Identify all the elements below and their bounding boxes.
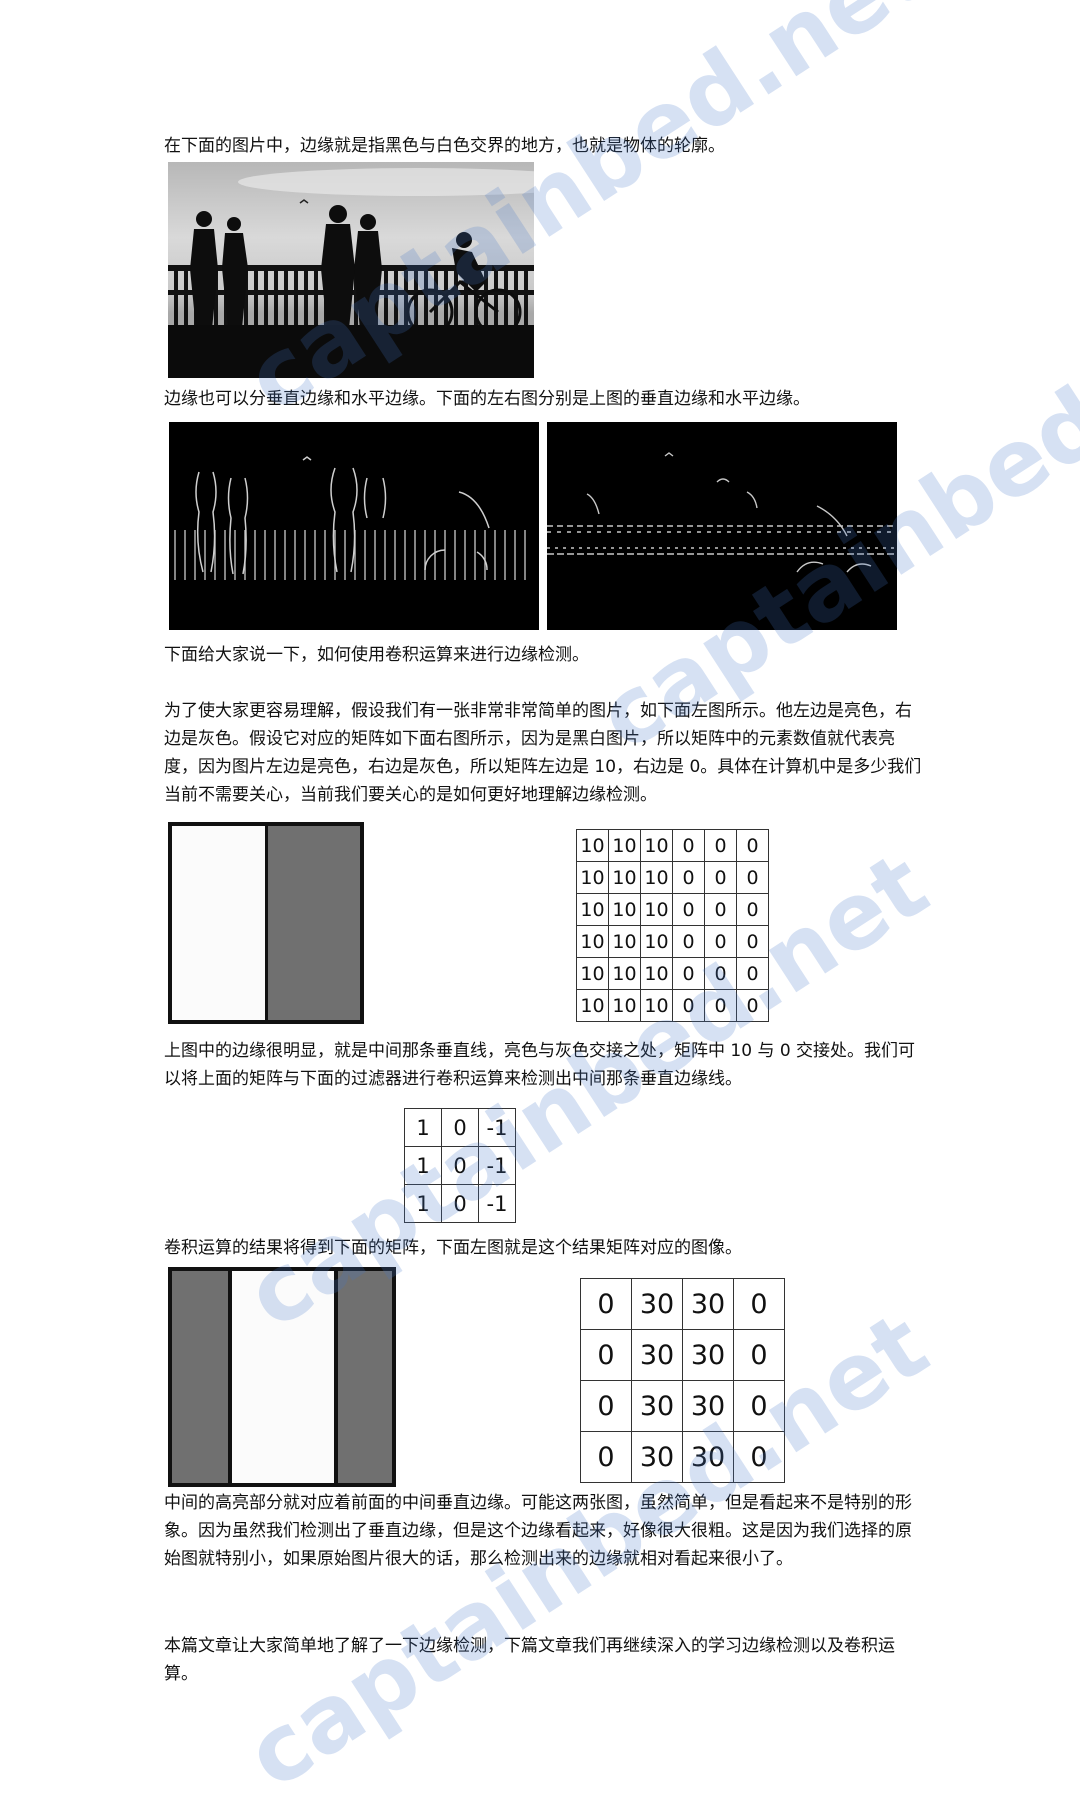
edge-types-paragraph: 边缘也可以分垂直边缘和水平边缘。下面的左右图分别是上图的垂直边缘和水平边缘。 [164,389,810,409]
result-row: 0 30 30 0 [580,1278,785,1330]
matrix-cell: 0 [704,829,737,862]
matrix-cell: 10 [608,893,641,926]
result-cell: 0 [580,1431,632,1483]
matrix-cell: 10 [608,829,641,862]
result-matrix: 0 30 30 0 0 30 30 0 0 30 30 0 0 30 30 0 [580,1278,785,1483]
filter-cell: -1 [478,1146,516,1185]
gray-region [338,1271,392,1483]
matrix-cell: 0 [704,861,737,894]
filter-cell: 1 [404,1108,442,1147]
bright-region [232,1271,338,1483]
matrix-cell: 10 [576,957,609,990]
matrix-cell: 10 [640,829,673,862]
matrix-cell: 10 [640,989,673,1022]
matrix-cell: 0 [672,925,705,958]
filter-cell: 1 [404,1184,442,1223]
result-cell: 30 [631,1278,683,1330]
matrix-row: 10 10 10 0 0 0 [576,989,769,1022]
result-cell: 0 [733,1329,785,1381]
result-cell: 30 [631,1380,683,1432]
result-cell: 30 [631,1329,683,1381]
filter-cell: 0 [441,1108,479,1147]
result-cell: 0 [733,1431,785,1483]
matrix-cell: 10 [608,989,641,1022]
matrix-cell: 10 [640,893,673,926]
matrix-cell: 10 [576,925,609,958]
matrix-cell: 10 [640,861,673,894]
matrix-cell: 0 [672,893,705,926]
matrix-cell: 10 [608,861,641,894]
filter-cell: 0 [441,1184,479,1223]
result-cell: 0 [580,1278,632,1330]
matrix-row: 10 10 10 0 0 0 [576,861,769,894]
silhouette-photo [168,162,534,378]
result-cell: 0 [733,1278,785,1330]
matrix-cell: 10 [576,829,609,862]
bright-region [172,826,268,1020]
matrix-cell: 0 [736,989,769,1022]
matrix-cell: 10 [576,893,609,926]
matrix-cell: 0 [736,925,769,958]
result-cell: 0 [733,1380,785,1432]
matrix-cell: 10 [608,957,641,990]
result-cell: 30 [682,1431,734,1483]
intro-paragraph: 在下面的图片中，边缘就是指黑色与白色交界的地方，也就是物体的轮廓。 [164,136,725,156]
result-row: 0 30 30 0 [580,1431,785,1483]
matrix-row: 10 10 10 0 0 0 [576,893,769,926]
matrix-cell: 0 [672,989,705,1022]
matrix-cell: 0 [736,893,769,926]
filter-row: 1 0 -1 [404,1146,516,1185]
matrix-cell: 0 [672,861,705,894]
bright-gray-image [168,822,364,1024]
filter-cell: 0 [441,1146,479,1185]
matrix-cell: 10 [640,957,673,990]
filter-row: 1 0 -1 [404,1184,516,1223]
result-cell: 30 [631,1431,683,1483]
matrix-row: 10 10 10 0 0 0 [576,925,769,958]
filter-cell: -1 [478,1108,516,1147]
matrix-cell: 0 [704,893,737,926]
edge-explanation-paragraph: 上图中的边缘很明显，就是中间那条垂直线，亮色与灰色交接之处，矩阵中 10 与 0… [164,1041,916,1089]
matrix-row: 10 10 10 0 0 0 [576,957,769,990]
result-cell: 30 [682,1329,734,1381]
filter-cell: -1 [478,1184,516,1223]
matrix-cell: 0 [736,829,769,862]
matrix-cell: 10 [576,861,609,894]
matrix-row: 10 10 10 0 0 0 [576,829,769,862]
input-matrix: 10 10 10 0 0 0 10 10 10 0 0 0 10 10 10 0 0 0 10 10 10 0 0 0 … [576,829,769,1022]
horizontal-edge-image [547,422,897,630]
simple-image-paragraph: 为了使大家更容易理解，假设我们有一张非常非常简单的图片，如下面左图所示。他左边是… [164,701,922,805]
matrix-cell: 10 [640,925,673,958]
matrix-cell: 0 [704,989,737,1022]
result-row: 0 30 30 0 [580,1380,785,1432]
matrix-cell: 10 [608,925,641,958]
convolution-intro-paragraph: 下面给大家说一下，如何使用卷积运算来进行边缘检测。 [164,645,589,665]
vertical-edge-image [169,422,539,630]
filter-row: 1 0 -1 [404,1108,516,1147]
filter-matrix: 1 0 -1 1 0 -1 1 0 -1 [404,1108,516,1223]
matrix-cell: 0 [704,957,737,990]
result-explanation-paragraph: 中间的高亮部分就对应着前面的中间垂直边缘。可能这两张图，虽然简单，但是看起来不是… [164,1493,912,1569]
result-intro-paragraph: 卷积运算的结果将得到下面的矩阵，下面左图就是这个结果矩阵对应的图像。 [164,1238,742,1258]
result-image [168,1267,396,1487]
filter-cell: 1 [404,1146,442,1185]
gray-region [267,826,360,1020]
matrix-cell: 0 [704,925,737,958]
result-cell: 30 [682,1380,734,1432]
matrix-cell: 0 [736,957,769,990]
result-cell: 0 [580,1329,632,1381]
gray-region [172,1271,232,1483]
result-cell: 30 [682,1278,734,1330]
result-cell: 0 [580,1380,632,1432]
matrix-cell: 10 [576,989,609,1022]
conclusion-paragraph: 本篇文章让大家简单地了解了一下边缘检测，下篇文章我们再继续深入的学习边缘检测以及… [164,1636,895,1684]
result-row: 0 30 30 0 [580,1329,785,1381]
matrix-cell: 0 [672,829,705,862]
matrix-cell: 0 [672,957,705,990]
matrix-cell: 0 [736,861,769,894]
